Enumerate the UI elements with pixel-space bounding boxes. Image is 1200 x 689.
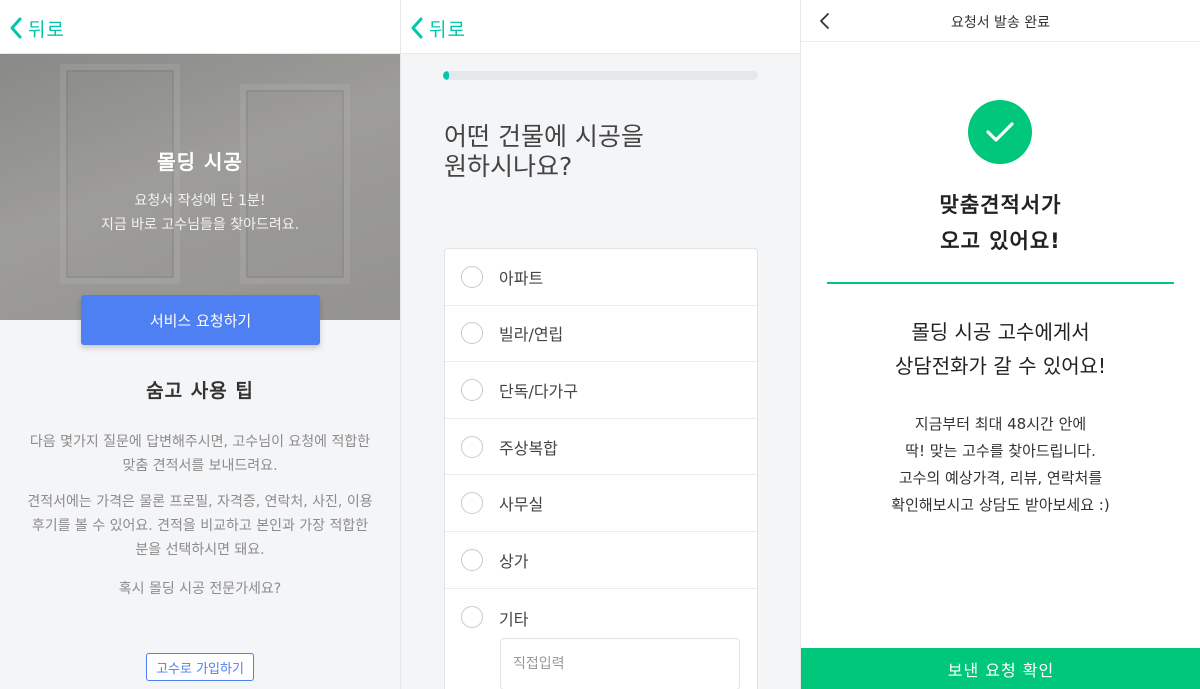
header-bar: 뒤로: [0, 0, 400, 54]
hero-banner: 몰딩 시공 요청서 작성에 단 1분! 지금 바로 고수님들을 찾아드려요.: [0, 54, 400, 320]
option-store[interactable]: 상가: [445, 532, 757, 589]
info-line3: 고수의 예상가격, 리뷰, 연락처를: [898, 469, 1103, 487]
option-label: 사무실: [499, 495, 544, 515]
page-title: 요청서 발송 완료: [950, 15, 1051, 31]
chevron-left-icon: [411, 17, 423, 39]
info-line1: 지금부터 최대 48시간 안에: [914, 415, 1087, 433]
call-notice-line2: 상담전화가 갈 수 있어요!: [894, 354, 1107, 378]
back-label: 뒤로: [28, 18, 65, 41]
divider: [827, 282, 1174, 284]
tips-paragraph2-line2: 후기를 볼 수 있어요. 견적을 비교하고 본인과 가장 적합한: [31, 518, 369, 534]
radio-icon[interactable]: [461, 378, 483, 401]
pro-question: 혹시 몰딩 시공 전문가세요?: [118, 581, 282, 597]
back-label: 뒤로: [429, 18, 466, 41]
option-label: 주상복합: [499, 438, 558, 458]
done-title-line2: 오고 있어요!: [940, 229, 1061, 253]
radio-icon[interactable]: [461, 322, 483, 345]
option-label: 상가: [499, 551, 529, 571]
tips-paragraph2-line1: 견적서에는 가격은 물론 프로필, 자격증, 연락처, 사진, 이용: [27, 494, 373, 510]
option-label: 단독/다가구: [499, 381, 578, 401]
call-notice-line1: 몰딩 시공 고수에게서: [911, 320, 1090, 344]
hero-subtitle-line2: 지금 바로 고수님들을 찾아드려요.: [100, 217, 300, 233]
request-sent-screen: 요청서 발송 완료 맞춤견적서가 오고 있어요! 몰딩 시공 고수에게서 상담전…: [800, 0, 1200, 689]
option-list: 아파트 빌라/연립 단독/다가구 주상복합 사무실 상가 기타: [444, 248, 758, 689]
info-line2: 딱! 맞는 고수를 찾아드립니다.: [905, 442, 1096, 460]
tips-paragraph1-line1: 다음 몇가지 질문에 답변해주시면, 고수님이 요청에 적합한: [29, 434, 371, 450]
join-as-pro-button[interactable]: 고수로 가입하기: [146, 653, 254, 681]
radio-icon[interactable]: [461, 605, 483, 628]
view-sent-request-button[interactable]: 보낸 요청 확인: [801, 648, 1200, 689]
hero-overlay: [0, 54, 400, 320]
progress-fill: [443, 71, 450, 80]
radio-icon[interactable]: [461, 548, 483, 571]
option-label: 빌라/연립: [499, 325, 564, 345]
info-line4: 확인해보시고 상담도 받아보세요 :): [891, 496, 1110, 514]
option-villa[interactable]: 빌라/연립: [445, 306, 757, 363]
back-button[interactable]: 뒤로: [409, 14, 466, 42]
progress-bar: [443, 71, 758, 80]
building-type-question-screen: 뒤로 어떤 건물에 시공을 원하시나요? 아파트 빌라/연립 단독/다가구 주상…: [400, 0, 800, 689]
service-intro-screen: 뒤로 몰딩 시공 요청서 작성에 단 1분! 지금 바로 고수님들을 찾아드려요…: [0, 0, 400, 689]
tips-paragraph1-line2: 맞춤 견적서를 보내드려요.: [122, 458, 278, 474]
option-apartment[interactable]: 아파트: [445, 249, 757, 306]
done-title-line1: 맞춤견적서가: [939, 193, 1062, 217]
tips-paragraph2-line3: 분을 선택하시면 돼요.: [135, 542, 265, 558]
hero-subtitle-line1: 요청서 작성에 단 1분!: [134, 193, 266, 209]
question-line2: 원하시나요?: [444, 152, 573, 181]
question-title: 어떤 건물에 시공을 원하시나요?: [444, 122, 644, 182]
chevron-left-icon: [10, 17, 22, 39]
option-label: 기타: [499, 609, 529, 629]
radio-icon[interactable]: [461, 492, 483, 515]
radio-icon[interactable]: [461, 435, 483, 458]
tips-title: 숨고 사용 팁: [146, 380, 254, 402]
option-detached-house[interactable]: 단독/다가구: [445, 362, 757, 419]
request-service-button[interactable]: 서비스 요청하기: [81, 295, 320, 345]
radio-icon[interactable]: [461, 265, 483, 288]
back-button[interactable]: 뒤로: [8, 14, 65, 42]
option-mixed-use[interactable]: 주상복합: [445, 419, 757, 476]
option-office[interactable]: 사무실: [445, 475, 757, 532]
option-label: 아파트: [499, 268, 544, 288]
question-line1: 어떤 건물에 시공을: [444, 122, 644, 151]
header-bar: 요청서 발송 완료: [801, 0, 1200, 42]
header-bar: 뒤로: [401, 0, 800, 54]
check-icon: [986, 122, 1014, 142]
check-circle-icon: [968, 100, 1032, 164]
hero-title: 몰딩 시공: [157, 150, 243, 174]
direct-input-field[interactable]: [500, 638, 740, 689]
